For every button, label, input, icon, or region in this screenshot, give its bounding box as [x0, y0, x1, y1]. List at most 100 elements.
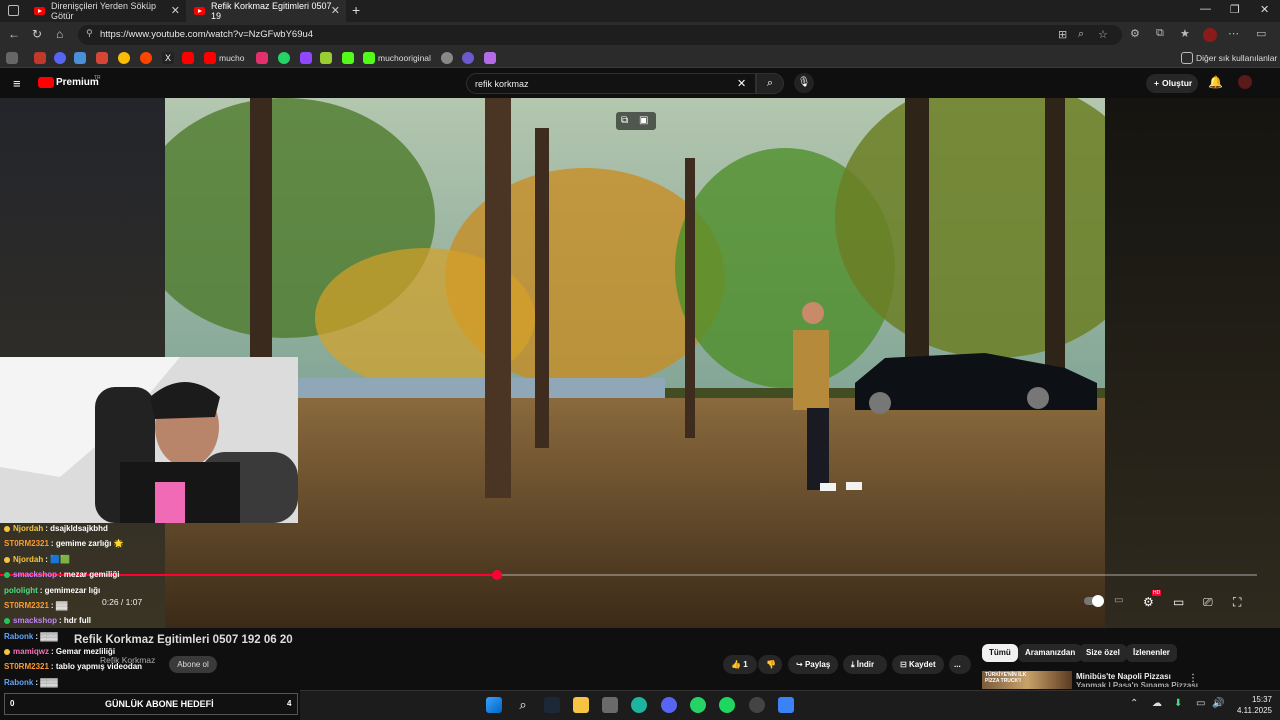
extensions-icon[interactable]: ⚙ — [1130, 27, 1140, 40]
download-label: İndir — [856, 660, 875, 669]
bookmark-icon[interactable] — [462, 52, 474, 64]
network-icon[interactable]: ▭ — [1196, 698, 1205, 709]
menu-icon[interactable]: ≡ — [13, 76, 21, 91]
bookmark-icon[interactable] — [484, 52, 496, 64]
volume-icon[interactable]: 🔊 — [1212, 698, 1224, 709]
suggested-video-title[interactable]: Minibüs'te Napoli Pizzası Yapmak | Paşa'… — [1076, 672, 1198, 687]
other-bookmarks[interactable]: Diğer sık kullanılanlar — [1196, 53, 1277, 63]
discord-icon[interactable] — [661, 697, 677, 713]
kick-bookmark-icon[interactable] — [363, 52, 375, 64]
clear-search-icon[interactable]: ✕ — [737, 77, 746, 90]
twitch-bookmark-icon[interactable] — [300, 52, 312, 64]
voice-search-icon[interactable]: 🎙 — [794, 73, 814, 93]
miniplayer-icon[interactable]: ⧉ — [621, 115, 628, 126]
tray-overflow-icon[interactable]: ⌃ — [1130, 698, 1138, 709]
more-menu-icon[interactable]: ⋯ — [1228, 27, 1239, 40]
site-info-icon[interactable]: ⚲ — [86, 28, 93, 39]
create-button[interactable]: + Oluştur — [1146, 74, 1198, 93]
account-avatar[interactable] — [1238, 75, 1252, 89]
app-available-icon[interactable]: ⊞ — [1058, 28, 1067, 41]
zoom-icon[interactable]: ⌕ — [1078, 28, 1084, 41]
profile-avatar[interactable] — [1203, 28, 1217, 42]
notifications-icon[interactable]: 🔔 — [1208, 75, 1223, 89]
subscribe-button[interactable]: Abone ol — [169, 656, 217, 673]
bookmark-mucho[interactable]: mucho — [219, 53, 245, 63]
tab-1[interactable]: Direnişçileri Yerden Söküp Götür ✕ — [26, 0, 186, 22]
tab-actions-icon[interactable] — [8, 5, 19, 16]
gmail-bookmark-icon[interactable] — [96, 52, 108, 64]
sidebar-toggle-icon[interactable]: ▭ — [1256, 27, 1266, 40]
channel-name[interactable]: Refik Korkmaz — [100, 655, 155, 665]
youtube-logo-icon[interactable] — [38, 77, 54, 88]
whatsapp-icon[interactable] — [690, 697, 706, 713]
search-input[interactable]: refik korkmaz ✕ — [466, 73, 756, 94]
save-button[interactable]: ⊟ Kaydet — [892, 655, 944, 674]
youtube-bookmark-icon[interactable] — [204, 52, 216, 64]
app-icon[interactable] — [778, 697, 794, 713]
premium-logo-text[interactable]: Premium — [56, 77, 99, 88]
close-tab-icon[interactable]: ✕ — [331, 4, 340, 17]
video-overlay-controls[interactable]: ⧉ ▣ — [616, 112, 656, 130]
bookmark-icon[interactable] — [320, 52, 332, 64]
pip-icon[interactable]: ▣ — [639, 115, 648, 126]
suggested-video-thumbnail[interactable]: TÜRKİYE'NİN İLK PİZZA TRUCK'I — [982, 671, 1072, 689]
youtube-bookmark-icon[interactable] — [182, 52, 194, 64]
url-text[interactable]: https://www.youtube.com/watch?v=NzGFwbY6… — [100, 29, 313, 40]
edge-icon[interactable] — [631, 697, 647, 713]
search-button[interactable]: ⌕ — [756, 73, 784, 94]
like-button[interactable]: 👍 1 — [723, 655, 757, 674]
back-icon[interactable]: ← — [8, 27, 20, 41]
file-explorer-icon[interactable] — [573, 697, 589, 713]
suggested-more-icon[interactable]: ⋮ — [1188, 673, 1198, 684]
steam-icon[interactable] — [544, 697, 560, 713]
fullscreen-icon[interactable]: ⛶ — [1233, 595, 1241, 610]
tray-icon[interactable]: ⬇ — [1174, 698, 1182, 709]
bookmark-icon[interactable] — [34, 52, 46, 64]
close-tab-icon[interactable]: ✕ — [171, 4, 180, 17]
kick-bookmark-icon[interactable] — [342, 52, 354, 64]
cast-icon[interactable]: ⎚ — [1203, 595, 1213, 610]
minimize-button[interactable]: — — [1200, 3, 1211, 15]
more-actions-button[interactable]: ... — [949, 655, 971, 674]
share-button[interactable]: ↪ Paylaş — [788, 655, 838, 674]
split-screen-icon[interactable]: ⧉ — [1156, 27, 1164, 40]
tab-1-label: Direnişçileri Yerden Söküp Götür — [51, 1, 157, 21]
favorites-icon[interactable]: ★ — [1180, 27, 1190, 40]
subtitles-icon[interactable]: ▭ — [1114, 595, 1123, 606]
chip-watched[interactable]: İzlenenler — [1126, 644, 1177, 662]
dislike-button[interactable]: 👎 — [758, 655, 782, 674]
bookmark-icon[interactable] — [6, 52, 18, 64]
discord-bookmark-icon[interactable] — [54, 52, 66, 64]
video-player[interactable]: ⧉ ▣ — [165, 98, 1105, 628]
tab-2[interactable]: Refik Korkmaz Egitimleri 0507 19 ✕ — [186, 0, 346, 22]
theater-mode-icon[interactable]: ▭ — [1173, 595, 1184, 609]
spotify-icon[interactable] — [719, 697, 735, 713]
bookmark-icon[interactable] — [74, 52, 86, 64]
chip-all[interactable]: Tümü — [982, 644, 1018, 662]
whatsapp-bookmark-icon[interactable] — [278, 52, 290, 64]
instagram-bookmark-icon[interactable] — [256, 52, 268, 64]
obs-icon[interactable] — [749, 697, 765, 713]
google-bookmark-icon[interactable] — [118, 52, 130, 64]
tray-icon[interactable]: ☁ — [1152, 698, 1162, 709]
maximize-button[interactable]: ❐ — [1230, 3, 1240, 16]
search-taskbar-icon[interactable]: ⌕ — [515, 697, 531, 713]
home-icon[interactable]: ⌂ — [56, 27, 63, 41]
settings-icon[interactable]: ⚙ — [1143, 595, 1154, 609]
chip-from-search[interactable]: Aramanızdan — [1018, 644, 1083, 662]
reddit-bookmark-icon[interactable] — [140, 52, 152, 64]
bookmark-muchooriginal[interactable]: muchooriginal — [378, 53, 431, 63]
favorite-star-icon[interactable]: ☆ — [1098, 28, 1108, 41]
new-tab-button[interactable]: + — [352, 2, 360, 18]
windows-start-icon[interactable] — [486, 697, 502, 713]
download-button[interactable]: ⤓ İndir — [843, 655, 887, 674]
chip-for-you[interactable]: Size özel — [1079, 644, 1127, 662]
close-window-button[interactable]: ✕ — [1260, 3, 1269, 16]
progress-scrubber[interactable] — [492, 570, 502, 580]
taskbar-clock[interactable]: 15:37 4.11.2025 — [1230, 694, 1272, 716]
address-bar[interactable]: ⚲ https://www.youtube.com/watch?v=NzGFwb… — [78, 25, 1122, 45]
refresh-icon[interactable]: ↻ — [32, 27, 42, 41]
store-icon[interactable] — [602, 697, 618, 713]
x-bookmark-icon[interactable]: X — [162, 52, 174, 64]
bookmark-icon[interactable] — [441, 52, 453, 64]
